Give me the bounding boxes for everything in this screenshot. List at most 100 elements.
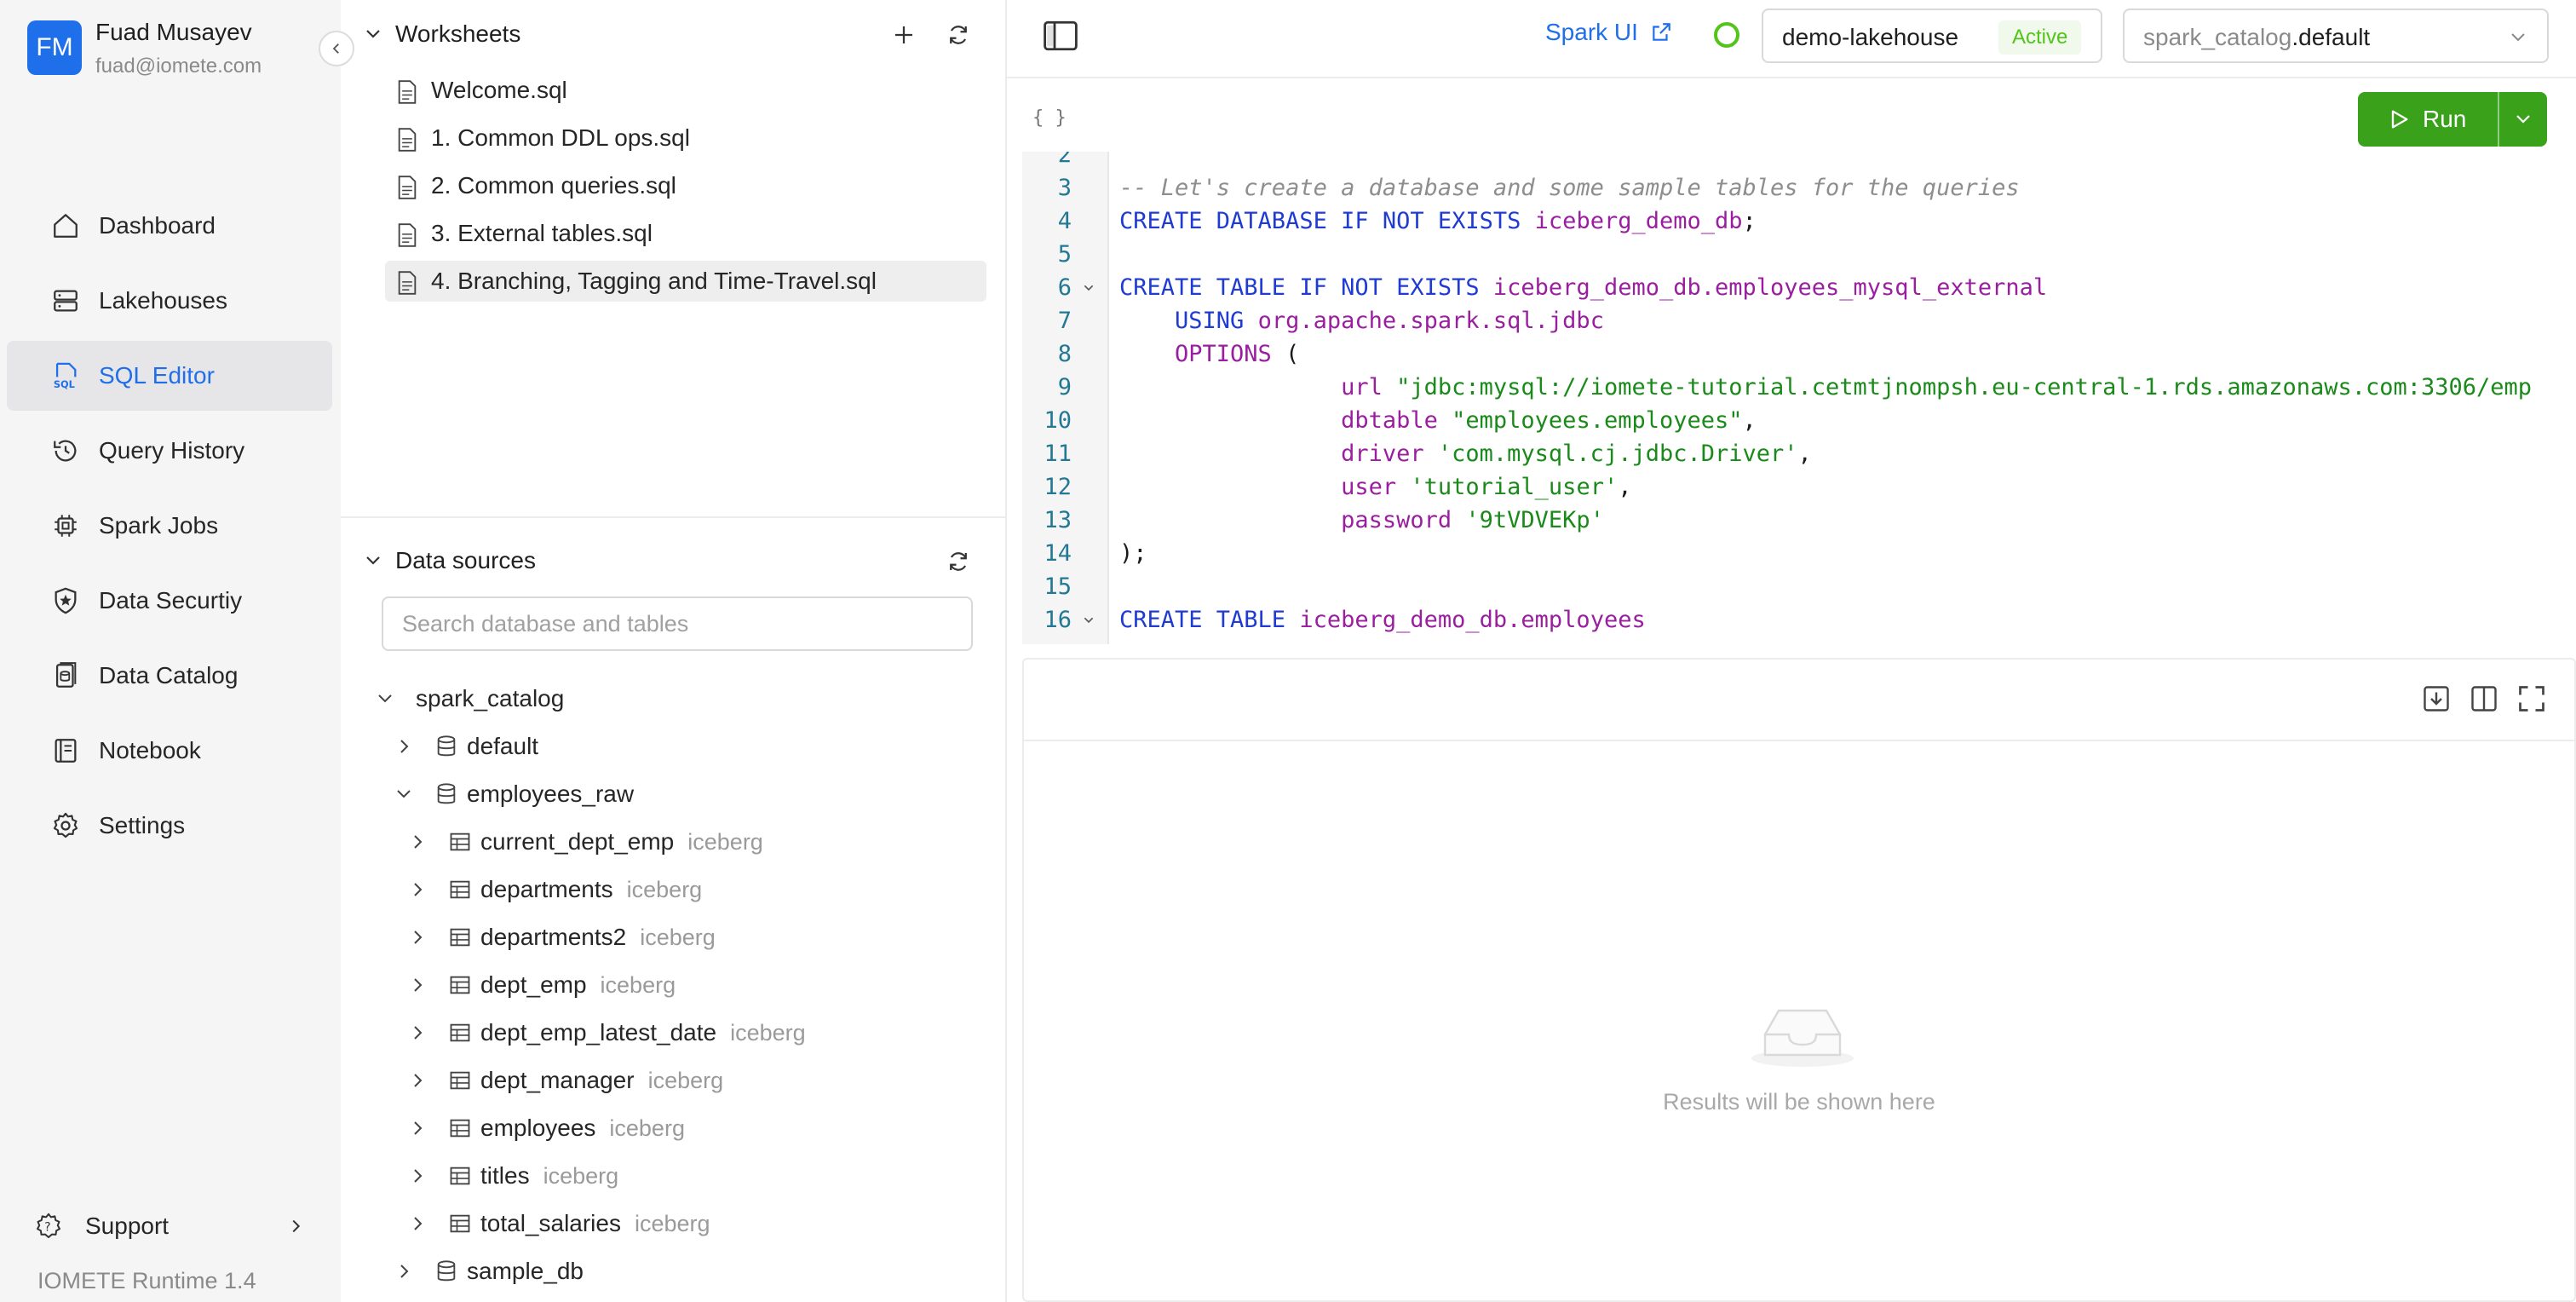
tree-table[interactable]: dept_emp_latest_date iceberg [407, 1012, 969, 1053]
code-line: 11 driver 'com.mysql.cj.jdbc.Driver', [1022, 437, 2576, 470]
sidebar-item-dashboard[interactable]: Dashboard [7, 191, 332, 261]
line-number: 3 [1057, 175, 1072, 201]
tree-table[interactable]: current_dept_emp iceberg [407, 821, 969, 862]
search-input[interactable] [382, 596, 973, 651]
table-name: employees [480, 1115, 596, 1141]
table-icon [450, 1167, 470, 1185]
format-code-button[interactable]: { } [1032, 107, 1067, 129]
run-button-group: Run [2358, 92, 2547, 147]
worksheet-item-active[interactable]: 4. Branching, Tagging and Time-Travel.sq… [385, 261, 986, 302]
worksheet-label: Welcome.sql [431, 77, 567, 103]
toggle-panel-icon[interactable] [1043, 19, 1078, 53]
run-button[interactable]: Run [2358, 92, 2498, 147]
chevron-down-icon[interactable] [363, 550, 383, 571]
table-format: iceberg [609, 1115, 685, 1141]
code-token: password [1119, 507, 1466, 533]
download-icon[interactable] [2421, 683, 2452, 714]
tree-table[interactable]: total_salaries iceberg [407, 1203, 969, 1244]
code-line: 16 CREATE TABLE iceberg_demo_db.employees [1022, 603, 2576, 637]
tree-table[interactable]: dept_manager iceberg [407, 1060, 969, 1101]
notebook-icon [55, 739, 77, 763]
line-number: 2 [1057, 152, 1072, 168]
database-name: employees_raw [467, 781, 635, 807]
sidebar-item-notebook[interactable]: Notebook [7, 716, 332, 786]
tree-database[interactable]: employees_raw [394, 774, 973, 815]
worksheet-label: 1. Common DDL ops.sql [431, 124, 690, 151]
sidebar-item-data-security[interactable]: Data Securtiy [7, 566, 332, 636]
table-format: iceberg [626, 877, 703, 902]
tree-table[interactable]: departments2 iceberg [407, 917, 969, 958]
worksheets-title: Worksheets [395, 20, 521, 47]
code-token: url [1119, 374, 1397, 400]
table-icon [450, 1214, 470, 1233]
worksheet-item[interactable]: 3. External tables.sql [385, 213, 986, 254]
database-icon [437, 735, 456, 757]
sidebar-item-data-catalog[interactable]: Data Catalog [7, 641, 332, 711]
sql-icon: SQL [54, 362, 77, 390]
sidebar-item-query-history[interactable]: Query History [7, 416, 332, 486]
tree-catalog[interactable]: spark_catalog [375, 678, 971, 719]
table-icon [450, 1071, 470, 1090]
sidebar-item-spark-jobs[interactable]: Spark Jobs [7, 491, 332, 561]
add-worksheet-icon[interactable] [891, 22, 917, 48]
fold-chevron-icon[interactable] [1082, 614, 1095, 627]
code-token: dbtable [1119, 407, 1452, 434]
tree-database[interactable]: default [394, 726, 973, 767]
table-format: iceberg [730, 1020, 806, 1046]
chevron-down-icon [378, 694, 392, 703]
support-menu[interactable]: ? Support [34, 1207, 315, 1246]
catalog-database-select[interactable]: spark_catalog.default [2123, 9, 2549, 63]
history-icon [54, 440, 77, 462]
run-options-button[interactable] [2498, 92, 2547, 147]
sidebar-item-settings[interactable]: Settings [7, 791, 332, 861]
code-token: iceberg_demo_db [1534, 208, 1743, 234]
code-text: -- Let's create a database and some samp… [1119, 171, 2020, 205]
database-icon [437, 1260, 456, 1282]
table-name: dept_emp [480, 971, 587, 998]
table-format: iceberg [687, 829, 763, 855]
spark-ui-link[interactable]: Spark UI [1545, 19, 1672, 46]
fold-chevron-icon[interactable] [1082, 281, 1095, 295]
user-email: fuad@iomete.com [95, 55, 262, 78]
chevron-down-icon[interactable] [363, 24, 383, 44]
refresh-icon[interactable] [946, 22, 971, 48]
datasources-title: Data sources [395, 547, 536, 573]
table-icon [450, 1023, 470, 1042]
play-icon [2391, 110, 2408, 129]
worksheet-item[interactable]: 1. Common DDL ops.sql [385, 118, 986, 158]
user-name: Fuad Musayev [95, 19, 252, 45]
results-panel: Results will be shown here [1022, 658, 2576, 1302]
tree-database[interactable]: sample_db [394, 1251, 973, 1292]
code-text: CREATE TABLE IF NOT EXISTS iceberg_demo_… [1119, 271, 2047, 304]
avatar[interactable]: FM [27, 20, 82, 75]
collapse-sidebar-button[interactable] [319, 31, 354, 66]
external-link-icon [1653, 23, 1670, 41]
split-view-icon[interactable] [2469, 683, 2499, 714]
code-token: ); [1119, 540, 1147, 567]
chevron-right-icon [414, 835, 423, 849]
worksheet-item[interactable]: Welcome.sql [385, 70, 986, 111]
fullscreen-icon[interactable] [2516, 683, 2547, 714]
worksheet-item[interactable]: 2. Common queries.sql [385, 165, 986, 206]
chevron-right-icon [414, 1169, 423, 1183]
empty-results-text: Results will be shown here [1663, 1089, 1935, 1115]
code-text: USING org.apache.spark.sql.jdbc [1119, 304, 1604, 337]
code-editor[interactable]: 2 3 -- Let's create a database and some sa… [1022, 152, 2576, 644]
tree-table[interactable]: employees iceberg [407, 1108, 969, 1149]
file-icon [398, 128, 417, 152]
code-token: CREATE TABLE [1119, 607, 1300, 633]
code-token: 'tutorial_user' [1410, 474, 1619, 500]
code-token: , [1797, 441, 1812, 467]
sidebar-item-lakehouses[interactable]: Lakehouses [7, 266, 332, 336]
tree-table[interactable]: dept_emp iceberg [407, 965, 969, 1005]
refresh-icon[interactable] [946, 549, 971, 574]
tree-table[interactable]: titles iceberg [407, 1155, 969, 1196]
sidebar: FM Fuad Musayev fuad@iomete.com Dashboar… [0, 0, 341, 1302]
code-token: , [1618, 474, 1632, 500]
shield-icon [55, 587, 77, 614]
database-label: .default [2291, 24, 2371, 50]
lakehouse-select[interactable]: demo-lakehouse Active [1762, 9, 2102, 63]
sidebar-item-sql-editor[interactable]: SQL SQL Editor [7, 341, 332, 411]
line-number: 8 [1057, 341, 1072, 367]
tree-table[interactable]: departments iceberg [407, 869, 969, 910]
